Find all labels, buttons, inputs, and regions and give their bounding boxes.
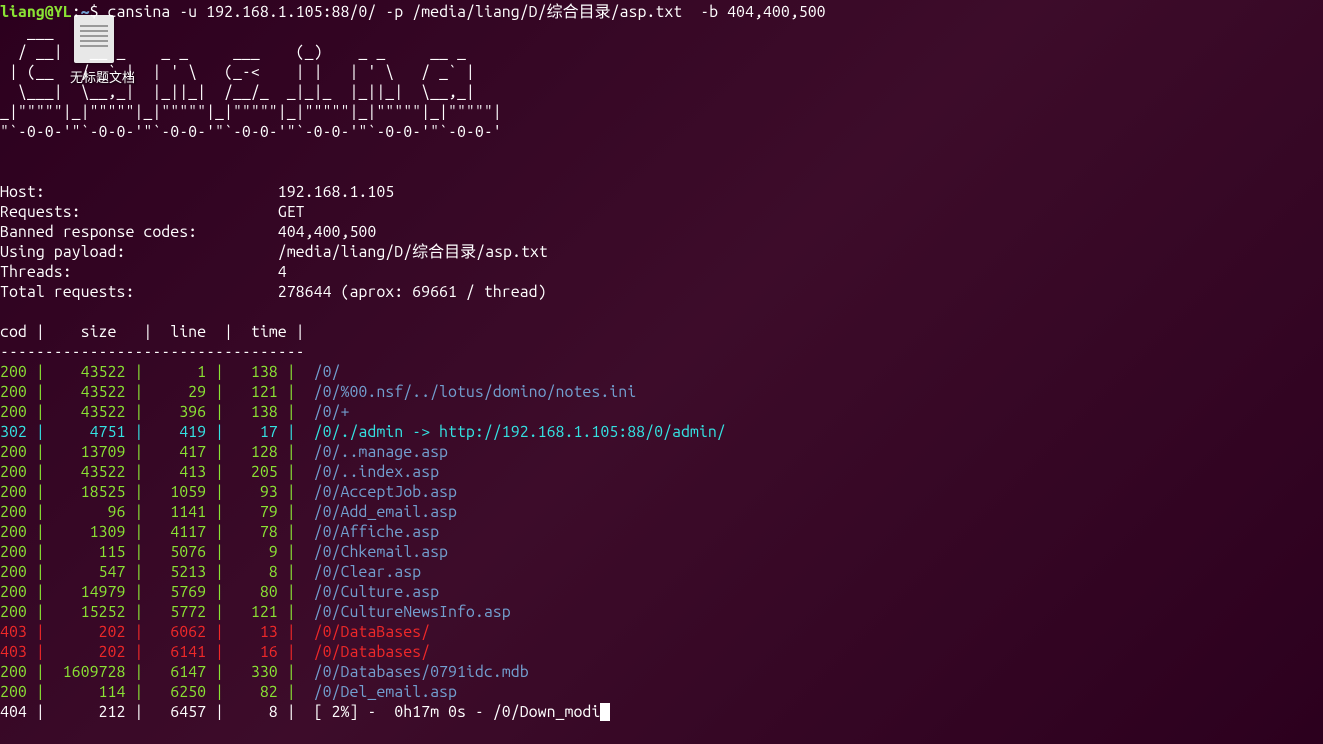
ascii-art-line: "`-0-0-'"`-0-0-'"`-0-0-'"`-0-0-'"`-0-0-'… bbox=[0, 122, 1323, 142]
table-divider: ---------------------------------- bbox=[0, 342, 1323, 362]
row-path: /0/%00.nsf/../lotus/domino/notes.ini bbox=[314, 383, 637, 401]
prompt-line: liang@YL:~$ cansina -u 192.168.1.105:88/… bbox=[0, 2, 1323, 22]
row-stats: 200 | 43522 | 396 | 138 | bbox=[0, 403, 314, 421]
info-row: Banned response codes: 404,400,500 bbox=[0, 222, 1323, 242]
cursor-icon bbox=[600, 703, 610, 721]
row-path: /0/DataBases/ bbox=[314, 623, 430, 641]
row-stats: 200 | 547 | 5213 | 8 | bbox=[0, 563, 314, 581]
ascii-art-line: / __| __ _ _ _ ___ (_) _ _ __ _ bbox=[0, 42, 1323, 62]
row-path: /0/AcceptJob.asp bbox=[314, 483, 457, 501]
info-row: Total requests: 278644 (aprox: 69661 / t… bbox=[0, 282, 1323, 302]
table-row: 200 | 43522 | 413 | 205 | /0/..index.asp bbox=[0, 462, 1323, 482]
table-row: 302 | 4751 | 419 | 17 | /0/./admin -> ht… bbox=[0, 422, 1323, 442]
row-stats: 403 | 202 | 6062 | 13 | bbox=[0, 623, 314, 641]
row-path: /0/Databases/ bbox=[314, 643, 430, 661]
row-path: /0/Del_email.asp bbox=[314, 683, 457, 701]
prompt-colon: : bbox=[72, 3, 81, 21]
table-row: 200 | 43522 | 29 | 121 | /0/%00.nsf/../l… bbox=[0, 382, 1323, 402]
row-path: /0/Affiche.asp bbox=[314, 523, 439, 541]
info-label: Total requests: bbox=[0, 283, 278, 301]
table-row: 403 | 202 | 6062 | 13 | /0/DataBases/ bbox=[0, 622, 1323, 642]
table-row: 200 | 15252 | 5772 | 121 | /0/CultureNew… bbox=[0, 602, 1323, 622]
row-stats: 200 | 14979 | 5769 | 80 | bbox=[0, 583, 314, 601]
row-stats: 200 | 1609728 | 6147 | 330 | bbox=[0, 663, 314, 681]
info-row: Requests: GET bbox=[0, 202, 1323, 222]
blank-line bbox=[0, 302, 1323, 322]
command-text: cansina -u 192.168.1.105:88/0/ -p /media… bbox=[108, 3, 826, 21]
ascii-art-line: \___| \__,_| |_||_| /__/_ _|_|_ |_||_| \… bbox=[0, 82, 1323, 102]
row-path: /0/ bbox=[314, 363, 341, 381]
row-path: /0/..index.asp bbox=[314, 463, 439, 481]
table-row: 200 | 14979 | 5769 | 80 | /0/Culture.asp bbox=[0, 582, 1323, 602]
table-row: 200 | 43522 | 1 | 138 | /0/ bbox=[0, 362, 1323, 382]
prompt-user: liang@YL bbox=[0, 3, 72, 21]
row-stats: 200 | 114 | 6250 | 82 | bbox=[0, 683, 314, 701]
row-stats: 200 | 43522 | 29 | 121 | bbox=[0, 383, 314, 401]
ascii-art-line: _|"""""|_|"""""|_|"""""|_|"""""|_|"""""|… bbox=[0, 102, 1323, 122]
status-row: 404 | 212 | 6457 | 8 | [ 2%] - 0h17m 0s … bbox=[0, 702, 1323, 722]
row-stats: 200 | 18525 | 1059 | 93 | bbox=[0, 483, 314, 501]
terminal-output[interactable]: liang@YL:~$ cansina -u 192.168.1.105:88/… bbox=[0, 0, 1323, 744]
row-stats: 200 | 15252 | 5772 | 121 | bbox=[0, 603, 314, 621]
info-row: Host: 192.168.1.105 bbox=[0, 182, 1323, 202]
row-stats: 200 | 96 | 1141 | 79 | bbox=[0, 503, 314, 521]
row-path: /0/Add_email.asp bbox=[314, 503, 457, 521]
row-stats: 200 | 1309 | 4117 | 78 | bbox=[0, 523, 314, 541]
info-label: Using payload: bbox=[0, 243, 278, 261]
row-path: /0/./admin -> http://192.168.1.105:88/0/… bbox=[314, 423, 726, 441]
info-value: 404,400,500 bbox=[278, 223, 377, 241]
row-stats: 200 | 43522 | 413 | 205 | bbox=[0, 463, 314, 481]
row-stats: 302 | 4751 | 419 | 17 | bbox=[0, 423, 314, 441]
info-value: GET bbox=[278, 203, 305, 221]
row-path: /0/Databases/0791idc.mdb bbox=[314, 663, 529, 681]
row-stats: 200 | 115 | 5076 | 9 | bbox=[0, 543, 314, 561]
prompt-path: ~ bbox=[81, 3, 90, 21]
info-value: 278644 (aprox: 69661 / thread) bbox=[278, 283, 547, 301]
row-path: /0/..manage.asp bbox=[314, 443, 448, 461]
status-text: [ 2%] - 0h17m 0s - /0/Down_modi bbox=[314, 703, 601, 721]
table-row: 200 | 547 | 5213 | 8 | /0/Clear.asp bbox=[0, 562, 1323, 582]
row-stats: 200 | 13709 | 417 | 128 | bbox=[0, 443, 314, 461]
ascii-art-line: | (__ / _` | | ' \ (_-< | | | ' \ / _` | bbox=[0, 62, 1323, 82]
info-label: Threads: bbox=[0, 263, 278, 281]
row-path: /0/+ bbox=[314, 403, 350, 421]
row-path: /0/CultureNewsInfo.asp bbox=[314, 603, 511, 621]
row-stats: 403 | 202 | 6141 | 16 | bbox=[0, 643, 314, 661]
row-stats: 200 | 43522 | 1 | 138 | bbox=[0, 363, 314, 381]
blank-line bbox=[0, 142, 1323, 162]
table-header: cod | size | line | time | bbox=[0, 322, 1323, 342]
table-row: 403 | 202 | 6141 | 16 | /0/Databases/ bbox=[0, 642, 1323, 662]
info-label: Requests: bbox=[0, 203, 278, 221]
table-row: 200 | 18525 | 1059 | 93 | /0/AcceptJob.a… bbox=[0, 482, 1323, 502]
blank-line bbox=[0, 162, 1323, 182]
info-value: /media/liang/D/综合目录/asp.txt bbox=[278, 243, 548, 261]
info-row: Using payload: /media/liang/D/综合目录/asp.t… bbox=[0, 242, 1323, 262]
table-row: 200 | 115 | 5076 | 9 | /0/Chkemail.asp bbox=[0, 542, 1323, 562]
ascii-art-line: ___ bbox=[0, 22, 1323, 42]
row-path: /0/Culture.asp bbox=[314, 583, 439, 601]
row-path: /0/Chkemail.asp bbox=[314, 543, 448, 561]
table-row: 200 | 96 | 1141 | 79 | /0/Add_email.asp bbox=[0, 502, 1323, 522]
info-label: Banned response codes: bbox=[0, 223, 278, 241]
table-row: 200 | 1609728 | 6147 | 330 | /0/Database… bbox=[0, 662, 1323, 682]
table-row: 200 | 13709 | 417 | 128 | /0/..manage.as… bbox=[0, 442, 1323, 462]
prompt-dollar: $ bbox=[90, 3, 108, 21]
table-row: 200 | 43522 | 396 | 138 | /0/+ bbox=[0, 402, 1323, 422]
row-path: /0/Clear.asp bbox=[314, 563, 422, 581]
info-label: Host: bbox=[0, 183, 278, 201]
table-row: 200 | 114 | 6250 | 82 | /0/Del_email.asp bbox=[0, 682, 1323, 702]
info-value: 4 bbox=[278, 263, 287, 281]
status-stats: 404 | 212 | 6457 | 8 | bbox=[0, 703, 314, 721]
info-value: 192.168.1.105 bbox=[278, 183, 394, 201]
table-row: 200 | 1309 | 4117 | 78 | /0/Affiche.asp bbox=[0, 522, 1323, 542]
info-row: Threads: 4 bbox=[0, 262, 1323, 282]
